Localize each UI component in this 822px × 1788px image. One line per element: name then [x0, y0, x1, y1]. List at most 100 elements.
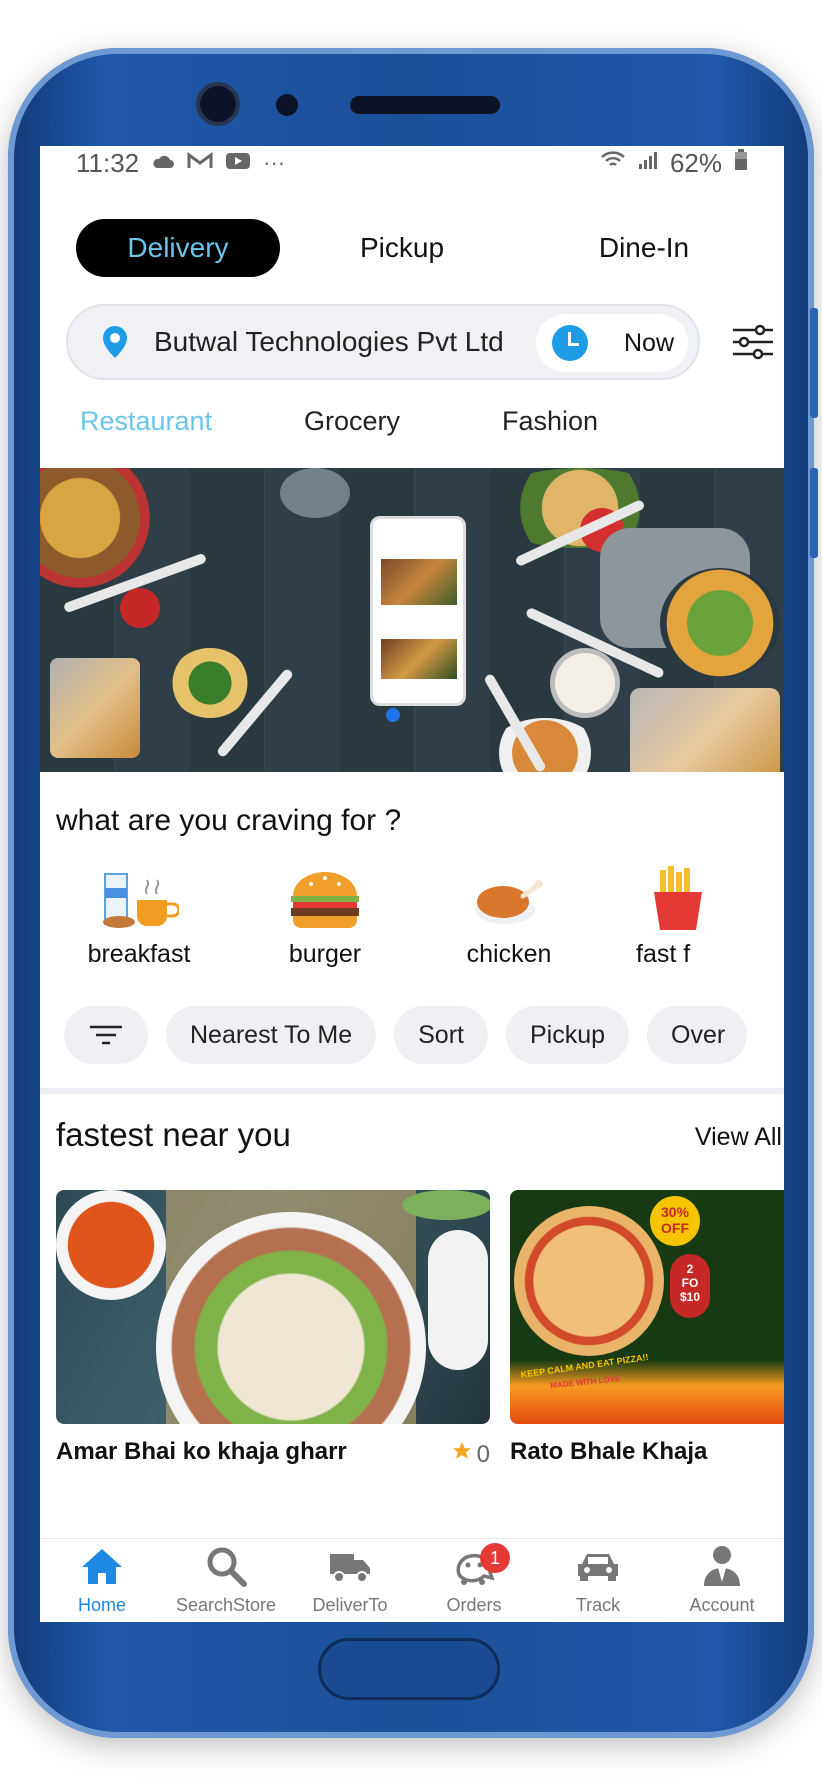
discount-percent: 30%: [660, 1204, 690, 1220]
tab-home[interactable]: Home: [40, 1539, 164, 1622]
tab-label: Orders: [446, 1595, 502, 1615]
tab-deliver-to[interactable]: DeliverTo: [288, 1539, 412, 1622]
clock-icon: [552, 325, 588, 361]
star-icon: [451, 1440, 473, 1469]
pizza-image: [514, 1206, 664, 1356]
power-button: [810, 468, 818, 558]
signal-icon: [638, 150, 658, 176]
tab-delivery[interactable]: Delivery: [76, 219, 280, 277]
category-tabs: Restaurant Grocery Fashion: [40, 398, 784, 444]
status-more: ···: [263, 150, 286, 175]
craving-item-chicken[interactable]: chicken: [454, 866, 564, 969]
fastest-section-header: fastest near you View All: [40, 1116, 784, 1154]
banner-tomato-image: [120, 588, 160, 628]
category-fashion[interactable]: Fashion: [502, 406, 598, 437]
wifi-icon: [600, 150, 626, 176]
chip-sort[interactable]: Sort: [394, 1006, 488, 1064]
craving-title: what are you craving for ?: [56, 804, 402, 837]
craving-item-fast-food[interactable]: fast f: [636, 866, 746, 969]
tab-search-store[interactable]: SearchStore: [164, 1539, 288, 1622]
banner-glass-image: [280, 468, 350, 518]
chip-nearest-to-me[interactable]: Nearest To Me: [166, 1006, 377, 1064]
battery-icon: [734, 149, 748, 177]
filter-chips: Nearest To Me Sort Pickup Over: [40, 1006, 784, 1066]
sauce-bowl-image: [56, 1190, 166, 1300]
tab-label: SearchStore: [175, 1595, 277, 1615]
lime-image: [402, 1190, 490, 1220]
tab-dine-in[interactable]: Dine-In: [524, 232, 764, 264]
search-icon: [205, 1541, 247, 1591]
deal-line-3: $10: [679, 1290, 701, 1304]
filter-sliders-icon[interactable]: [730, 322, 776, 362]
discount-off: OFF: [661, 1220, 689, 1236]
delivery-truck-icon: [328, 1541, 372, 1591]
store-image: 30% OFF 2 FO $10 KEEP CALM AND EAT PIZZA…: [510, 1190, 784, 1424]
breakfast-icon: [99, 866, 179, 932]
filter-chip-menu-icon[interactable]: [64, 1006, 148, 1064]
store-card[interactable]: Amar Bhai ko khaja gharr 0: [56, 1190, 490, 1469]
craving-list: breakfast burger chicken fast f: [40, 866, 784, 976]
home-icon: [80, 1541, 124, 1591]
tab-label: Account: [689, 1595, 755, 1615]
craving-label: chicken: [466, 940, 552, 968]
status-time: 11:32: [76, 147, 140, 178]
tab-label: Track: [575, 1595, 621, 1615]
category-grocery[interactable]: Grocery: [304, 406, 502, 437]
store-card[interactable]: 30% OFF 2 FO $10 KEEP CALM AND EAT PIZZA…: [510, 1190, 784, 1466]
deal-badge: 2 FO $10: [670, 1254, 710, 1318]
tab-pickup[interactable]: Pickup: [280, 232, 524, 264]
bottom-tab-bar: Home SearchStore DeliverTo 1 Orders Trac…: [40, 1538, 784, 1622]
fries-icon: [648, 866, 728, 932]
tab-orders[interactable]: 1 Orders: [412, 1539, 536, 1622]
hardware-home-button[interactable]: [318, 1638, 500, 1700]
banner-tray-image: [50, 658, 140, 758]
store-image: [56, 1190, 490, 1424]
deal-line-1: 2: [686, 1262, 694, 1276]
burger-icon: [285, 866, 365, 932]
location-pin-icon: [102, 325, 128, 359]
craving-label: breakfast: [87, 940, 191, 968]
gmail-icon: [187, 150, 213, 176]
craving-label: burger: [288, 940, 362, 968]
order-mode-tabs: Delivery Pickup Dine-In: [40, 218, 784, 278]
device-frame: 11:32 ··· 62% Delivery Pickup Dine-In Bu…: [0, 0, 822, 1788]
mockup-image-2: [381, 639, 457, 679]
craving-label: fast f: [636, 940, 691, 968]
volume-button: [810, 308, 818, 418]
front-camera: [200, 86, 236, 122]
store-carousel: Amar Bhai ko khaja gharr 0 30% OFF 2 FO …: [40, 1190, 784, 1468]
delivery-address: Butwal Technologies Pvt Ltd: [154, 326, 504, 357]
deal-line-2: FO: [681, 1276, 699, 1290]
banner-herbs-image: [170, 648, 250, 718]
status-bar: 11:32 ··· 62%: [40, 146, 784, 180]
mockup-image-1: [381, 559, 457, 605]
promo-banner[interactable]: [40, 468, 784, 772]
location-selector[interactable]: Butwal Technologies Pvt Ltd Now: [66, 304, 700, 380]
chip-over[interactable]: Over: [647, 1006, 748, 1064]
chip-pickup[interactable]: Pickup: [505, 1006, 630, 1064]
tab-account[interactable]: Account: [660, 1539, 784, 1622]
spoon-image: [428, 1230, 488, 1370]
app-screen: 11:32 ··· 62% Delivery Pickup Dine-In Bu…: [40, 146, 784, 1622]
battery-percent: 62%: [669, 147, 722, 178]
tab-label: Home: [77, 1595, 126, 1615]
cloud-icon: [151, 150, 175, 176]
time-selector-label: Now: [624, 328, 675, 357]
orders-badge: 1: [480, 1543, 510, 1573]
discount-badge: 30% OFF: [650, 1196, 700, 1246]
view-all-link[interactable]: View All: [695, 1123, 782, 1152]
craving-item-breakfast[interactable]: breakfast: [84, 866, 194, 969]
store-rating: 0: [451, 1440, 490, 1469]
car-icon: [576, 1541, 620, 1591]
banner-salad-image: [660, 568, 780, 678]
time-selector[interactable]: Now: [536, 314, 688, 372]
tab-track[interactable]: Track: [536, 1539, 660, 1622]
craving-item-burger[interactable]: burger: [270, 866, 380, 969]
location-row: Butwal Technologies Pvt Ltd Now: [40, 304, 784, 382]
category-restaurant[interactable]: Restaurant: [80, 406, 304, 437]
rating-value: 0: [476, 1440, 490, 1468]
earpiece-speaker: [350, 96, 500, 114]
banner-phone-mockup: [370, 516, 466, 706]
carousel-indicator[interactable]: [386, 708, 400, 722]
chicken-icon: [469, 866, 549, 932]
